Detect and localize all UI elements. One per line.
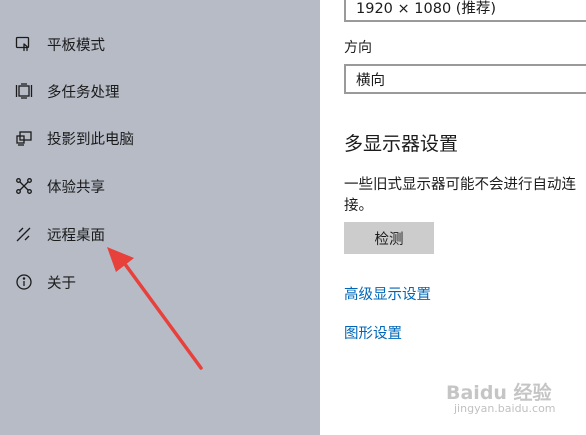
sidebar-item-about[interactable]: 关于 — [0, 262, 320, 302]
multitasking-icon — [14, 81, 34, 101]
sidebar-item-shared-experiences[interactable]: 体验共享 — [0, 166, 320, 206]
sidebar-item-label: 多任务处理 — [47, 84, 120, 101]
sidebar-item-tablet-mode[interactable]: 平板模式 — [0, 24, 320, 64]
advanced-display-settings-link[interactable]: 高级显示设置 — [344, 283, 431, 304]
sidebar-item-projecting[interactable]: 投影到此电脑 — [0, 118, 320, 158]
detect-button[interactable]: 检测 — [344, 222, 434, 254]
info-icon — [14, 272, 34, 292]
resolution-value: 1920 × 1080 (推荐) — [356, 0, 497, 17]
sidebar-item-label: 存储 — [47, 0, 76, 1]
sidebar-item-multitasking[interactable]: 多任务处理 — [0, 71, 320, 111]
orientation-dropdown[interactable]: 横向 — [344, 64, 586, 94]
graphics-settings-link[interactable]: 图形设置 — [344, 322, 402, 343]
orientation-value: 横向 — [356, 72, 385, 89]
sidebar-item-label: 平板模式 — [47, 37, 105, 54]
multi-display-heading: 多显示器设置 — [344, 133, 459, 155]
shared-experiences-icon — [14, 176, 34, 196]
sidebar-item-label: 远程桌面 — [47, 227, 105, 244]
projecting-icon — [14, 128, 34, 148]
sidebar-item-label: 体验共享 — [47, 179, 105, 196]
sidebar-item-label: 关于 — [47, 275, 76, 292]
resolution-dropdown[interactable]: 1920 × 1080 (推荐) — [344, 0, 586, 22]
settings-sidebar: 存储 平板模式 多任务处理 投影到此电脑 — [0, 0, 320, 435]
sidebar-item-label: 投影到此电脑 — [47, 131, 134, 148]
multi-display-description: 一些旧式显示器可能不会进行自动连接。 — [344, 177, 576, 214]
sidebar-item-remote-desktop[interactable]: 远程桌面 — [0, 214, 320, 254]
tablet-mode-icon — [14, 34, 34, 54]
orientation-label: 方向 — [344, 40, 372, 56]
display-settings-panel: 1920 × 1080 (推荐) 方向 横向 多显示器设置 一些旧式显示器可能不… — [320, 0, 586, 435]
remote-desktop-icon — [14, 224, 34, 244]
